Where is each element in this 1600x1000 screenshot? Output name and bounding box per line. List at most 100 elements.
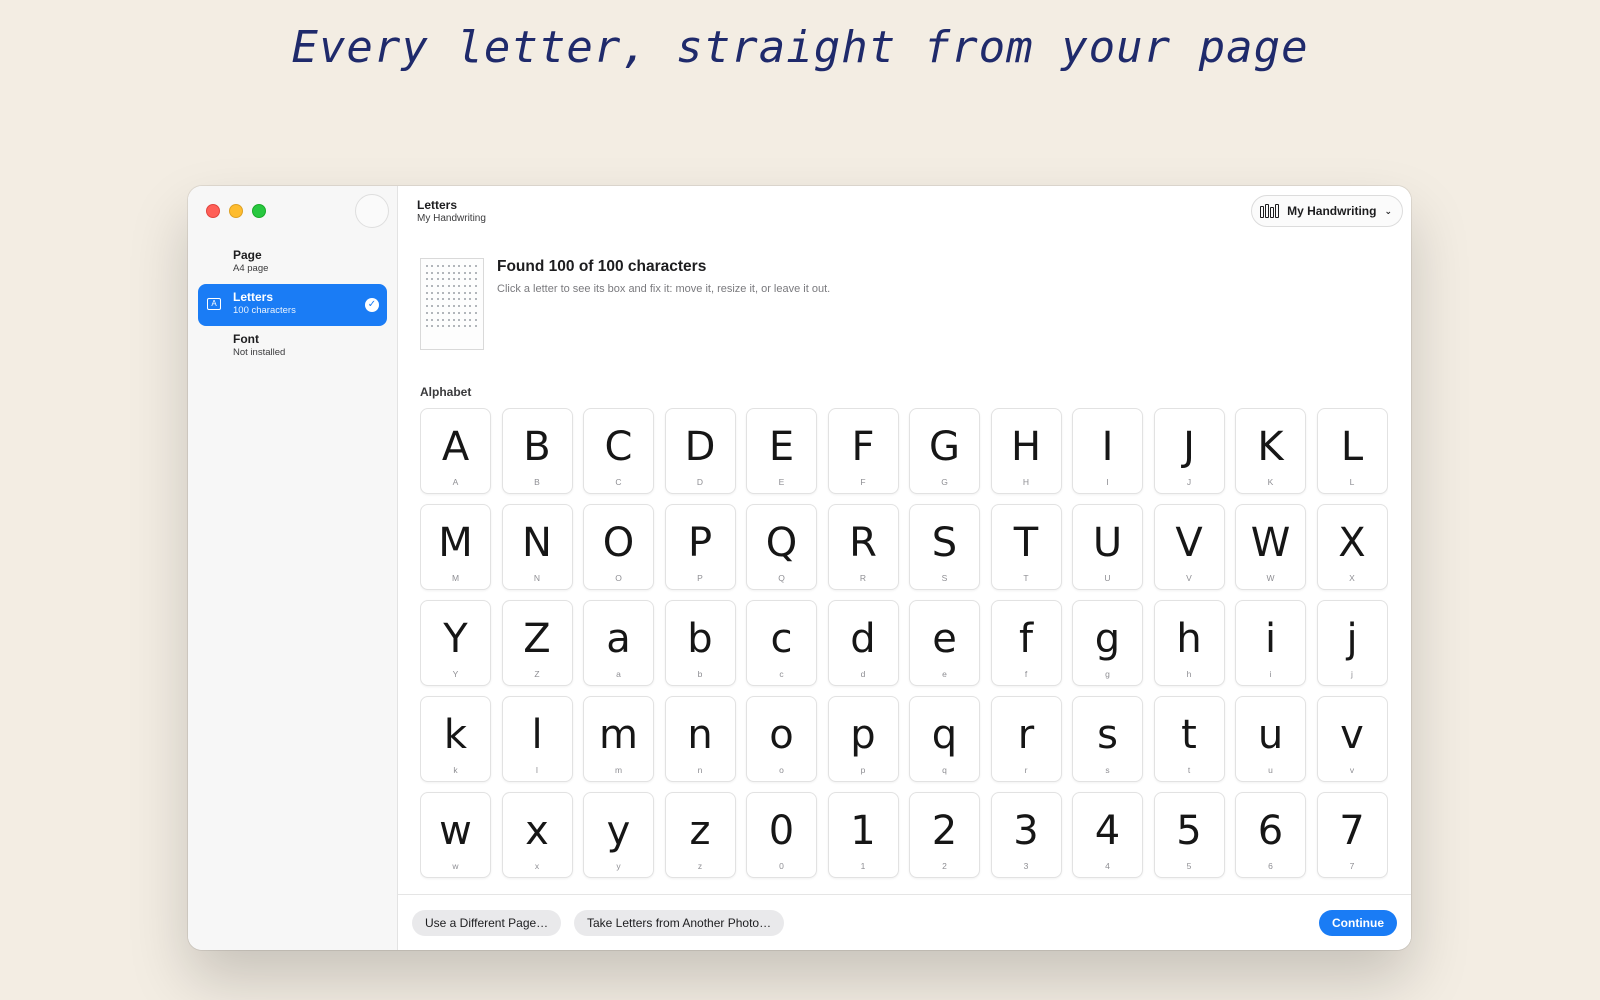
glyph-tile[interactable]: vv	[1316, 696, 1388, 782]
main-content: Letters My Handwriting My Handwriting ⌄ …	[398, 186, 1411, 950]
glyph-tile[interactable]: kk	[420, 696, 491, 782]
sidebar-item-title: Letters	[233, 290, 274, 304]
glyph-tile[interactable]: YY	[420, 600, 491, 686]
glyph-label: O	[615, 573, 622, 583]
glyph-tile[interactable]: JJ	[1153, 408, 1225, 494]
glyph-tile[interactable]: zz	[664, 792, 736, 878]
glyph-preview: t	[1181, 712, 1197, 758]
glyph-tile[interactable]: SS	[909, 504, 980, 590]
glyph-tile[interactable]: II	[1072, 408, 1143, 494]
glyph-tile[interactable]: KK	[1235, 408, 1306, 494]
glyph-tile[interactable]: AA	[420, 408, 491, 494]
glyph-tile[interactable]: ll	[501, 696, 573, 782]
glyph-tile[interactable]: 55	[1153, 792, 1225, 878]
glyph-tile[interactable]: ff	[990, 600, 1062, 686]
use-different-page-button[interactable]: Use a Different Page…	[412, 910, 562, 936]
glyph-tile[interactable]: hh	[1153, 600, 1225, 686]
glyph-preview: d	[850, 616, 876, 662]
chevron-down-icon: ⌄	[1384, 205, 1392, 216]
glyph-tile[interactable]: UU	[1072, 504, 1143, 590]
glyph-tile[interactable]: 77	[1316, 792, 1388, 878]
glyph-tile[interactable]: tt	[1153, 696, 1225, 782]
glyph-tile[interactable]: ee	[909, 600, 980, 686]
glyph-preview: 4	[1094, 808, 1121, 854]
glyph-preview: F	[851, 424, 875, 470]
glyph-tile[interactable]: FF	[827, 408, 899, 494]
glyph-tile[interactable]: ZZ	[501, 600, 573, 686]
headline: Every letter, straight from your page	[291, 22, 1309, 73]
glyph-tile[interactable]: 00	[746, 792, 817, 878]
glyph-tile[interactable]: bb	[664, 600, 736, 686]
glyph-preview: C	[604, 424, 633, 470]
page-title: Letters My Handwriting	[417, 198, 486, 224]
glyph-tile[interactable]: LL	[1316, 408, 1388, 494]
glyph-tile[interactable]: gg	[1072, 600, 1143, 686]
glyph-tile[interactable]: MM	[420, 504, 491, 590]
glyph-tile[interactable]: ss	[1072, 696, 1143, 782]
glyph-label: 0	[779, 861, 784, 871]
sidebar-item-page[interactable]: Page A4 page	[198, 242, 387, 284]
glyph-tile[interactable]: OO	[583, 504, 654, 590]
glyph-tile[interactable]: xx	[501, 792, 573, 878]
glyph-tile[interactable]: jj	[1316, 600, 1388, 686]
glyph-tile[interactable]: RR	[827, 504, 899, 590]
continue-button[interactable]: Continue	[1319, 910, 1397, 936]
glyph-tile[interactable]: QQ	[746, 504, 817, 590]
glyph-label: L	[1349, 477, 1355, 487]
glyph-tile[interactable]: NN	[501, 504, 573, 590]
glyph-tile[interactable]: cc	[746, 600, 817, 686]
take-letters-from-photo-button[interactable]: Take Letters from Another Photo…	[574, 910, 785, 936]
page-thumbnail[interactable]	[420, 258, 484, 350]
glyph-tile[interactable]: 66	[1235, 792, 1306, 878]
glyph-label: l	[536, 765, 538, 775]
glyph-tile[interactable]: mm	[583, 696, 654, 782]
glyph-tile[interactable]: WW	[1235, 504, 1306, 590]
glyph-label: x	[534, 861, 540, 871]
glyph-tile[interactable]: BB	[501, 408, 573, 494]
close-window-button[interactable]	[206, 204, 220, 218]
glyph-tile[interactable]: nn	[664, 696, 736, 782]
glyph-preview: 2	[931, 808, 958, 854]
glyph-tile[interactable]: ww	[420, 792, 491, 878]
zoom-window-button[interactable]	[252, 204, 266, 218]
glyph-tile[interactable]: yy	[583, 792, 654, 878]
glyph-preview: w	[439, 808, 472, 854]
glyph-tile[interactable]: aa	[583, 600, 654, 686]
glyph-tile[interactable]: CC	[583, 408, 654, 494]
glyph-tile[interactable]: oo	[746, 696, 817, 782]
glyph-tile[interactable]: GG	[909, 408, 980, 494]
glyph-label: r	[1024, 765, 1028, 775]
glyph-tile[interactable]: pp	[827, 696, 899, 782]
glyph-grid-scroll[interactable]: AABBCCDDEEFFGGHHIIJJKKLLMMNNOOPPQQRRSSTT…	[420, 408, 1388, 895]
glyph-tile[interactable]: TT	[990, 504, 1062, 590]
handwriting-selector[interactable]: My Handwriting ⌄	[1251, 195, 1403, 227]
sidebar-item-letters[interactable]: A Letters 100 characters ✓	[198, 284, 387, 326]
glyph-tile[interactable]: XX	[1316, 504, 1388, 590]
glyph-tile[interactable]: 22	[909, 792, 980, 878]
glyph-label: 5	[1186, 861, 1192, 871]
page-title-text: Letters	[417, 198, 458, 212]
glyph-tile[interactable]: qq	[909, 696, 980, 782]
sidebar-item-font[interactable]: Font Not installed	[198, 326, 387, 368]
glyph-tile[interactable]: 33	[990, 792, 1062, 878]
minimize-window-button[interactable]	[229, 204, 243, 218]
glyph-tile[interactable]: VV	[1153, 504, 1225, 590]
sidebar-item-subtitle: 100 characters	[233, 305, 296, 316]
glyph-tile[interactable]: HH	[990, 408, 1062, 494]
glyph-tile[interactable]: uu	[1235, 696, 1306, 782]
glyph-tile[interactable]: 11	[827, 792, 899, 878]
glyph-preview: b	[687, 616, 713, 662]
page-subtitle: My Handwriting	[417, 213, 486, 224]
glyph-preview: D	[684, 424, 716, 470]
glyph-tile[interactable]: rr	[990, 696, 1062, 782]
glyph-tile[interactable]: dd	[827, 600, 899, 686]
glyph-label: F	[860, 477, 866, 487]
glyph-tile[interactable]: DD	[664, 408, 736, 494]
glyph-tile[interactable]: 44	[1072, 792, 1143, 878]
glyph-tile[interactable]: ii	[1235, 600, 1306, 686]
glyph-tile[interactable]: PP	[664, 504, 736, 590]
glyph-tile[interactable]: EE	[746, 408, 817, 494]
glyph-preview: E	[768, 424, 795, 470]
checkmark-icon: ✓	[365, 298, 379, 312]
sidebar-toggle-button[interactable]	[355, 194, 389, 228]
